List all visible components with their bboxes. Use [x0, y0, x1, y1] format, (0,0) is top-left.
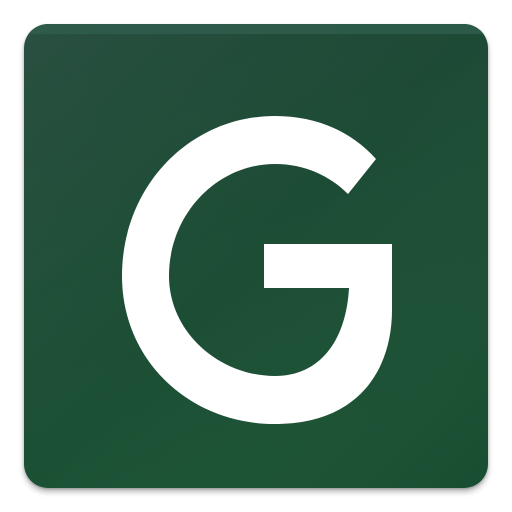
g-logo-icon [24, 24, 488, 488]
tile-top-highlight [24, 24, 488, 34]
app-icon[interactable] [24, 24, 488, 488]
canvas [0, 0, 512, 512]
